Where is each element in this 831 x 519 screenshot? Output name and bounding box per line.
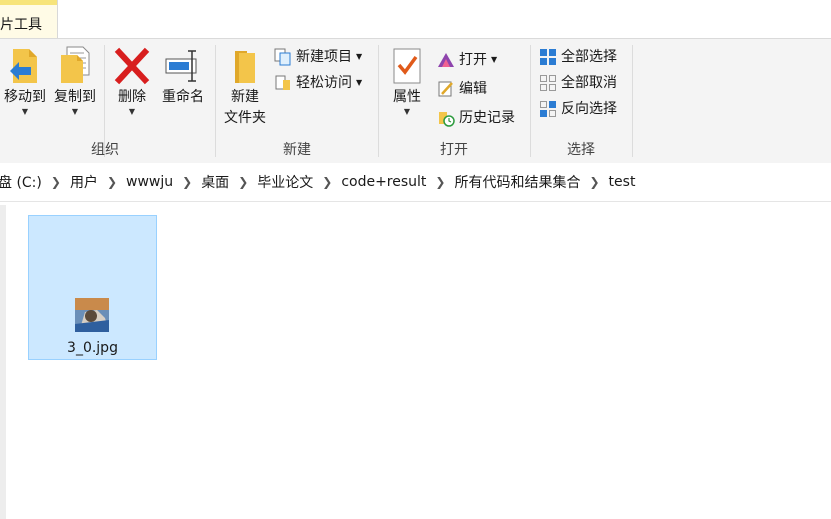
new-item-icon (274, 48, 291, 66)
group-organize: 移动到 ▼ 复制到 ▼ 删除 ▼ 重命名 组织 (0, 39, 210, 163)
image-thumbnail-icon (75, 298, 109, 332)
file-item[interactable]: 3_0.jpg (28, 215, 157, 360)
breadcrumb-desktop[interactable]: 桌面 (193, 172, 237, 192)
ribbon: 移动到 ▼ 复制到 ▼ 删除 ▼ 重命名 组织 新建 文件夹 新建项目 ▼ 轻松… (0, 38, 831, 164)
chevron-right-icon[interactable]: ❯ (434, 175, 446, 189)
group-open-label: 打开 (440, 142, 468, 158)
history-icon (439, 112, 455, 127)
copy-to-label: 复制到 (54, 89, 96, 105)
copy-to-button[interactable]: 复制到 ▼ (52, 45, 98, 116)
chevron-right-icon[interactable]: ❯ (588, 175, 600, 189)
properties-dropdown-icon: ▼ (403, 107, 411, 116)
navigation-pane-edge[interactable] (0, 205, 6, 519)
history-label: 历史记录 (459, 110, 515, 126)
chevron-right-icon[interactable]: ❯ (106, 175, 118, 189)
new-folder-icon (235, 51, 255, 83)
new-folder-label-line1: 新建 (231, 89, 259, 105)
delete-label: 删除 (118, 89, 146, 105)
copy-to-dropdown-icon: ▼ (71, 107, 79, 116)
chevron-right-icon[interactable]: ❯ (237, 175, 249, 189)
invert-selection-label: 反向选择 (561, 101, 617, 117)
group-open: 属性 ▼ 打开 ▼ 编辑 历史记录 打开 (379, 39, 529, 163)
open-dropdown-icon: ▼ (491, 55, 498, 64)
easy-access-dropdown-icon: ▼ (356, 78, 363, 87)
select-none-button[interactable]: 全部取消 (539, 72, 617, 94)
chevron-right-icon[interactable]: ❯ (181, 175, 193, 189)
select-all-button[interactable]: 全部选择 (539, 46, 617, 68)
breadcrumb-test[interactable]: test (601, 174, 644, 190)
history-button[interactable]: 历史记录 (437, 107, 515, 129)
breadcrumb-drive[interactable]: 盘 (C:) (0, 172, 50, 192)
edit-icon (438, 81, 453, 97)
move-to-icon (10, 49, 37, 83)
open-label: 打开 (459, 52, 487, 68)
breadcrumb-code-result[interactable]: code+result (333, 174, 434, 190)
open-app-icon (438, 53, 454, 67)
contextual-tab-stripe (0, 0, 57, 5)
easy-access-label: 轻松访问 (296, 75, 352, 91)
delete-icon (114, 47, 150, 85)
delete-dropdown-icon: ▼ (128, 107, 136, 116)
edit-button[interactable]: 编辑 (437, 78, 487, 100)
properties-button[interactable]: 属性 ▼ (387, 45, 427, 116)
new-folder-button[interactable]: 新建 文件夹 (220, 45, 270, 129)
open-button[interactable]: 打开 ▼ (437, 49, 497, 71)
select-all-label: 全部选择 (561, 49, 617, 65)
group-select: 全部选择 全部取消 反向选择 选择 (531, 39, 631, 163)
breadcrumb-all-code[interactable]: 所有代码和结果集合 (446, 172, 588, 192)
tab-picture-tools-label: 片工具 (0, 17, 42, 33)
group-separator (632, 45, 633, 157)
chevron-right-icon[interactable]: ❯ (50, 175, 62, 189)
properties-icon (393, 48, 421, 84)
address-bar[interactable]: 盘 (C:) ❯ 用户 ❯ wwwju ❯ 桌面 ❯ 毕业论文 ❯ code+r… (0, 163, 831, 202)
copy-to-icon (61, 46, 90, 83)
breadcrumb-thesis[interactable]: 毕业论文 (249, 172, 321, 192)
rename-button[interactable]: 重命名 (158, 45, 208, 108)
move-to-dropdown-icon: ▼ (21, 107, 29, 116)
rename-icon (165, 50, 197, 82)
select-none-label: 全部取消 (561, 75, 617, 91)
chevron-right-icon[interactable]: ❯ (321, 175, 333, 189)
easy-access-icon (275, 75, 290, 90)
group-new: 新建 文件夹 新建项目 ▼ 轻松访问 ▼ 新建 (216, 39, 378, 163)
group-new-label: 新建 (283, 142, 311, 158)
breadcrumb-user[interactable]: wwwju (118, 174, 181, 190)
ribbon-tab-strip: 片工具 (0, 0, 831, 38)
rename-label: 重命名 (162, 89, 204, 105)
select-none-icon (540, 75, 556, 91)
new-item-dropdown-icon: ▼ (356, 52, 363, 61)
group-organize-label: 组织 (91, 142, 119, 158)
new-folder-label-line2: 文件夹 (224, 110, 266, 126)
breadcrumb-users[interactable]: 用户 (62, 172, 106, 192)
select-all-icon (540, 49, 556, 65)
move-to-label: 移动到 (4, 89, 46, 105)
tab-picture-tools[interactable]: 片工具 (0, 0, 58, 38)
new-item-label: 新建项目 (296, 49, 352, 65)
easy-access-button[interactable]: 轻松访问 ▼ (274, 72, 362, 94)
group-select-label: 选择 (567, 142, 595, 158)
edit-label: 编辑 (459, 81, 487, 97)
file-name: 3_0.jpg (67, 340, 118, 356)
invert-selection-button[interactable]: 反向选择 (539, 98, 617, 120)
delete-button[interactable]: 删除 ▼ (112, 45, 152, 116)
move-to-button[interactable]: 移动到 ▼ (2, 45, 48, 116)
properties-label: 属性 (393, 89, 421, 105)
invert-selection-icon (540, 101, 556, 117)
new-item-button[interactable]: 新建项目 ▼ (274, 46, 362, 68)
